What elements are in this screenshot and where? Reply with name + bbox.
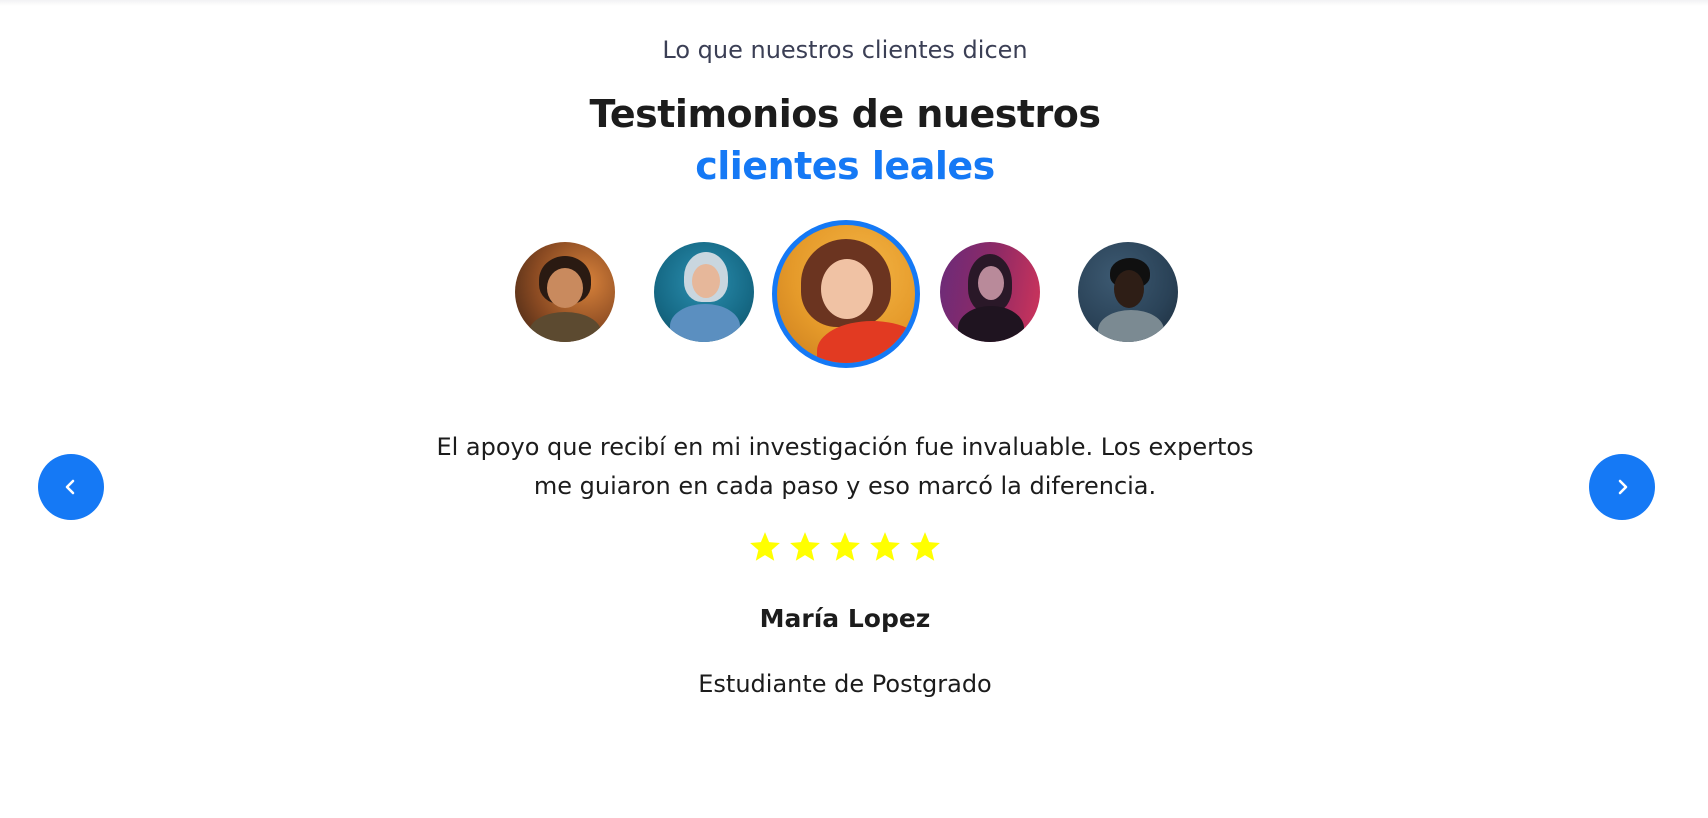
- avatar-3-active[interactable]: [772, 220, 920, 368]
- quote-line-2: me guiaron en cada paso y eso marcó la d…: [533, 472, 1157, 500]
- author-name: María Lopez: [759, 604, 931, 633]
- section-title-line1: Testimonios de nuestros: [589, 92, 1101, 136]
- section-title-accent: clientes leales: [695, 144, 995, 188]
- star-icon: [750, 532, 780, 561]
- star-rating: [0, 530, 1690, 564]
- avatar-4[interactable]: [940, 242, 1040, 342]
- avatar-5[interactable]: [1078, 242, 1178, 342]
- star-icon: [910, 532, 940, 561]
- chevron-right-icon: [1618, 479, 1628, 495]
- avatar-1[interactable]: [515, 242, 615, 342]
- section-eyebrow: Lo que nuestros clientes dicen: [662, 36, 1028, 64]
- quote-line-1: El apoyo que recibí en mi investigación …: [436, 433, 1254, 461]
- top-shadow: [0, 0, 1708, 6]
- testimonials-section: Lo que nuestros clientes dicen Testimoni…: [0, 0, 1708, 818]
- next-button[interactable]: [1589, 454, 1655, 520]
- avatar-2[interactable]: [654, 242, 754, 342]
- star-icon: [870, 532, 900, 561]
- star-icon: [830, 532, 860, 561]
- section-title: Testimonios de nuestros clientes leales: [0, 88, 1690, 192]
- prev-button[interactable]: [38, 454, 104, 520]
- chevron-left-icon: [65, 479, 75, 495]
- author-role: Estudiante de Postgrado: [698, 670, 992, 698]
- star-icon: [790, 532, 820, 561]
- testimonial-quote: El apoyo que recibí en mi investigación …: [400, 428, 1290, 506]
